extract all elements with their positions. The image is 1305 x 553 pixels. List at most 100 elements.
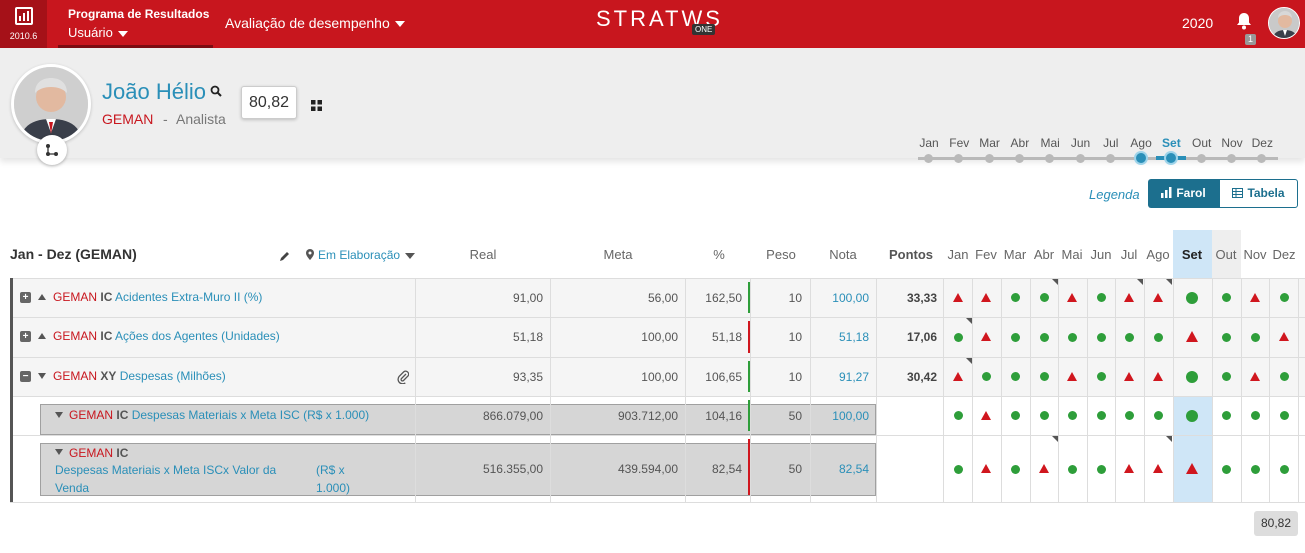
cell-nota[interactable]: 91,27 (839, 370, 869, 384)
status-ok-icon[interactable] (1039, 332, 1049, 342)
timeline-dot[interactable] (1045, 154, 1055, 163)
status-ok-icon[interactable] (1039, 372, 1049, 381)
status-alert-icon[interactable] (981, 292, 991, 302)
status-alert-icon[interactable] (1186, 331, 1198, 342)
status-ok-icon[interactable] (1010, 332, 1020, 342)
status-ok-icon[interactable] (1250, 332, 1260, 342)
grid-icon[interactable] (311, 99, 322, 114)
timeline-month-mai[interactable]: Mai (1035, 136, 1065, 150)
status-ok-icon[interactable] (1186, 291, 1198, 304)
status-alert-icon[interactable] (1279, 332, 1289, 341)
program-user-dropdown[interactable]: Usuário (68, 25, 128, 40)
collapse-icon[interactable]: − (20, 370, 31, 382)
status-ok-icon[interactable] (1096, 464, 1106, 474)
legend-link[interactable]: Legenda (1089, 187, 1140, 202)
status-ok-icon[interactable] (1067, 411, 1077, 420)
status-ok-icon[interactable] (1096, 293, 1106, 302)
status-ok-icon[interactable] (1221, 372, 1231, 381)
status-alert-icon[interactable] (981, 464, 991, 473)
status-alert-icon[interactable] (1067, 371, 1077, 381)
pencil-icon[interactable] (279, 250, 291, 265)
timeline-month-jul[interactable]: Jul (1096, 136, 1126, 150)
status-ok-icon[interactable] (1010, 372, 1020, 381)
status-ok-icon[interactable] (1096, 372, 1106, 381)
indicator-title[interactable]: GEMAN IC Acidentes Extra-Muro II (%) (53, 290, 262, 304)
status-ok-icon[interactable] (1039, 411, 1049, 420)
status-alert-icon[interactable] (1153, 464, 1163, 473)
timeline-month-ago[interactable]: Ago (1126, 136, 1156, 150)
expand-icon[interactable]: + (20, 291, 31, 303)
cell-nota[interactable]: 82,54 (839, 462, 869, 476)
timeline-month-mar[interactable]: Mar (975, 136, 1005, 150)
status-ok-icon[interactable] (1279, 372, 1289, 381)
comment-corner-icon[interactable] (1137, 279, 1143, 285)
year-selector[interactable]: 2020 (1182, 15, 1213, 31)
indicator-name[interactable]: Despesas Materiais x Meta ISC (R$ x 1.00… (132, 408, 369, 422)
status-ok-icon[interactable] (1221, 293, 1231, 302)
status-alert-icon[interactable] (981, 410, 991, 420)
paperclip-icon[interactable] (397, 370, 410, 387)
timeline-dot[interactable] (924, 154, 933, 163)
status-ok-icon[interactable] (1279, 293, 1289, 302)
timeline-month-fev[interactable]: Fev (944, 136, 974, 150)
profile-name[interactable]: João Hélio (102, 79, 206, 105)
status-alert-icon[interactable] (953, 292, 963, 302)
comment-corner-icon[interactable] (1166, 436, 1172, 442)
farol-view-button[interactable]: Farol (1148, 179, 1219, 208)
status-alert-icon[interactable] (1250, 371, 1260, 381)
status-dropdown[interactable]: Em Elaboração (306, 248, 416, 262)
timeline-dot[interactable] (1257, 154, 1267, 163)
status-ok-icon[interactable] (953, 411, 963, 420)
status-alert-icon[interactable] (953, 371, 963, 381)
performance-menu[interactable]: Avaliação de desempenho (225, 15, 405, 31)
timeline-month-jun[interactable]: Jun (1066, 136, 1096, 150)
indicator-name[interactable]: Acidentes Extra-Muro II (%) (115, 290, 262, 304)
timeline-dot[interactable] (1014, 154, 1024, 163)
app-menu-button[interactable]: 2010.6 (0, 0, 47, 48)
timeline-dot[interactable] (1196, 154, 1206, 163)
program-selector[interactable]: Programa de Resultados Usuário (58, 0, 213, 48)
indicator-name[interactable]: Despesas (Milhões) (120, 369, 226, 383)
org-chart-button[interactable] (37, 135, 67, 165)
status-ok-icon[interactable] (981, 372, 991, 381)
expand-icon[interactable]: + (20, 331, 31, 342)
cell-nota[interactable]: 51,18 (839, 330, 869, 344)
status-ok-icon[interactable] (1279, 464, 1289, 474)
status-ok-icon[interactable] (1153, 332, 1163, 342)
user-avatar[interactable] (1268, 7, 1300, 39)
timeline-month-out[interactable]: Out (1187, 136, 1217, 150)
status-ok-icon[interactable] (1250, 464, 1260, 474)
indicator-title[interactable]: GEMAN IC (69, 446, 128, 460)
status-alert-icon[interactable] (1250, 292, 1260, 302)
status-ok-icon[interactable] (1279, 411, 1289, 420)
status-ok-icon[interactable] (1153, 411, 1163, 420)
status-ok-icon[interactable] (953, 464, 963, 474)
status-ok-icon[interactable] (1039, 293, 1049, 302)
status-ok-icon[interactable] (1186, 409, 1198, 422)
status-ok-icon[interactable] (1067, 332, 1077, 342)
timeline-dot[interactable] (1075, 154, 1085, 163)
comment-corner-icon[interactable] (1166, 279, 1172, 285)
status-alert-icon[interactable] (1067, 292, 1077, 302)
status-ok-icon[interactable] (1096, 411, 1106, 420)
status-ok-icon[interactable] (1221, 464, 1231, 474)
status-ok-icon[interactable] (1124, 411, 1134, 420)
timeline-dot[interactable] (1134, 151, 1149, 165)
indicator-title[interactable]: GEMAN XY Despesas (Milhões) (53, 369, 226, 383)
status-ok-icon[interactable] (1221, 332, 1231, 342)
status-ok-icon[interactable] (1250, 411, 1260, 420)
timeline-dot[interactable] (954, 154, 964, 163)
table-view-button[interactable]: Tabela (1219, 179, 1298, 208)
indicator-title[interactable]: GEMAN IC Despesas Materiais x Meta ISC (… (69, 408, 369, 422)
timeline-month-abr[interactable]: Abr (1005, 136, 1035, 150)
status-ok-icon[interactable] (1124, 332, 1134, 342)
timeline-month-nov[interactable]: Nov (1217, 136, 1247, 150)
timeline-dot[interactable] (984, 154, 994, 163)
indicator-name-line1[interactable]: Despesas Materiais x Meta ISCx Valor da (55, 463, 276, 477)
status-ok-icon[interactable] (953, 332, 963, 342)
status-ok-icon[interactable] (1010, 464, 1020, 474)
cell-nota[interactable]: 100,00 (832, 291, 869, 305)
timeline-dot[interactable] (1105, 154, 1115, 163)
bell-icon[interactable] (1236, 12, 1252, 33)
status-alert-icon[interactable] (1153, 371, 1163, 381)
